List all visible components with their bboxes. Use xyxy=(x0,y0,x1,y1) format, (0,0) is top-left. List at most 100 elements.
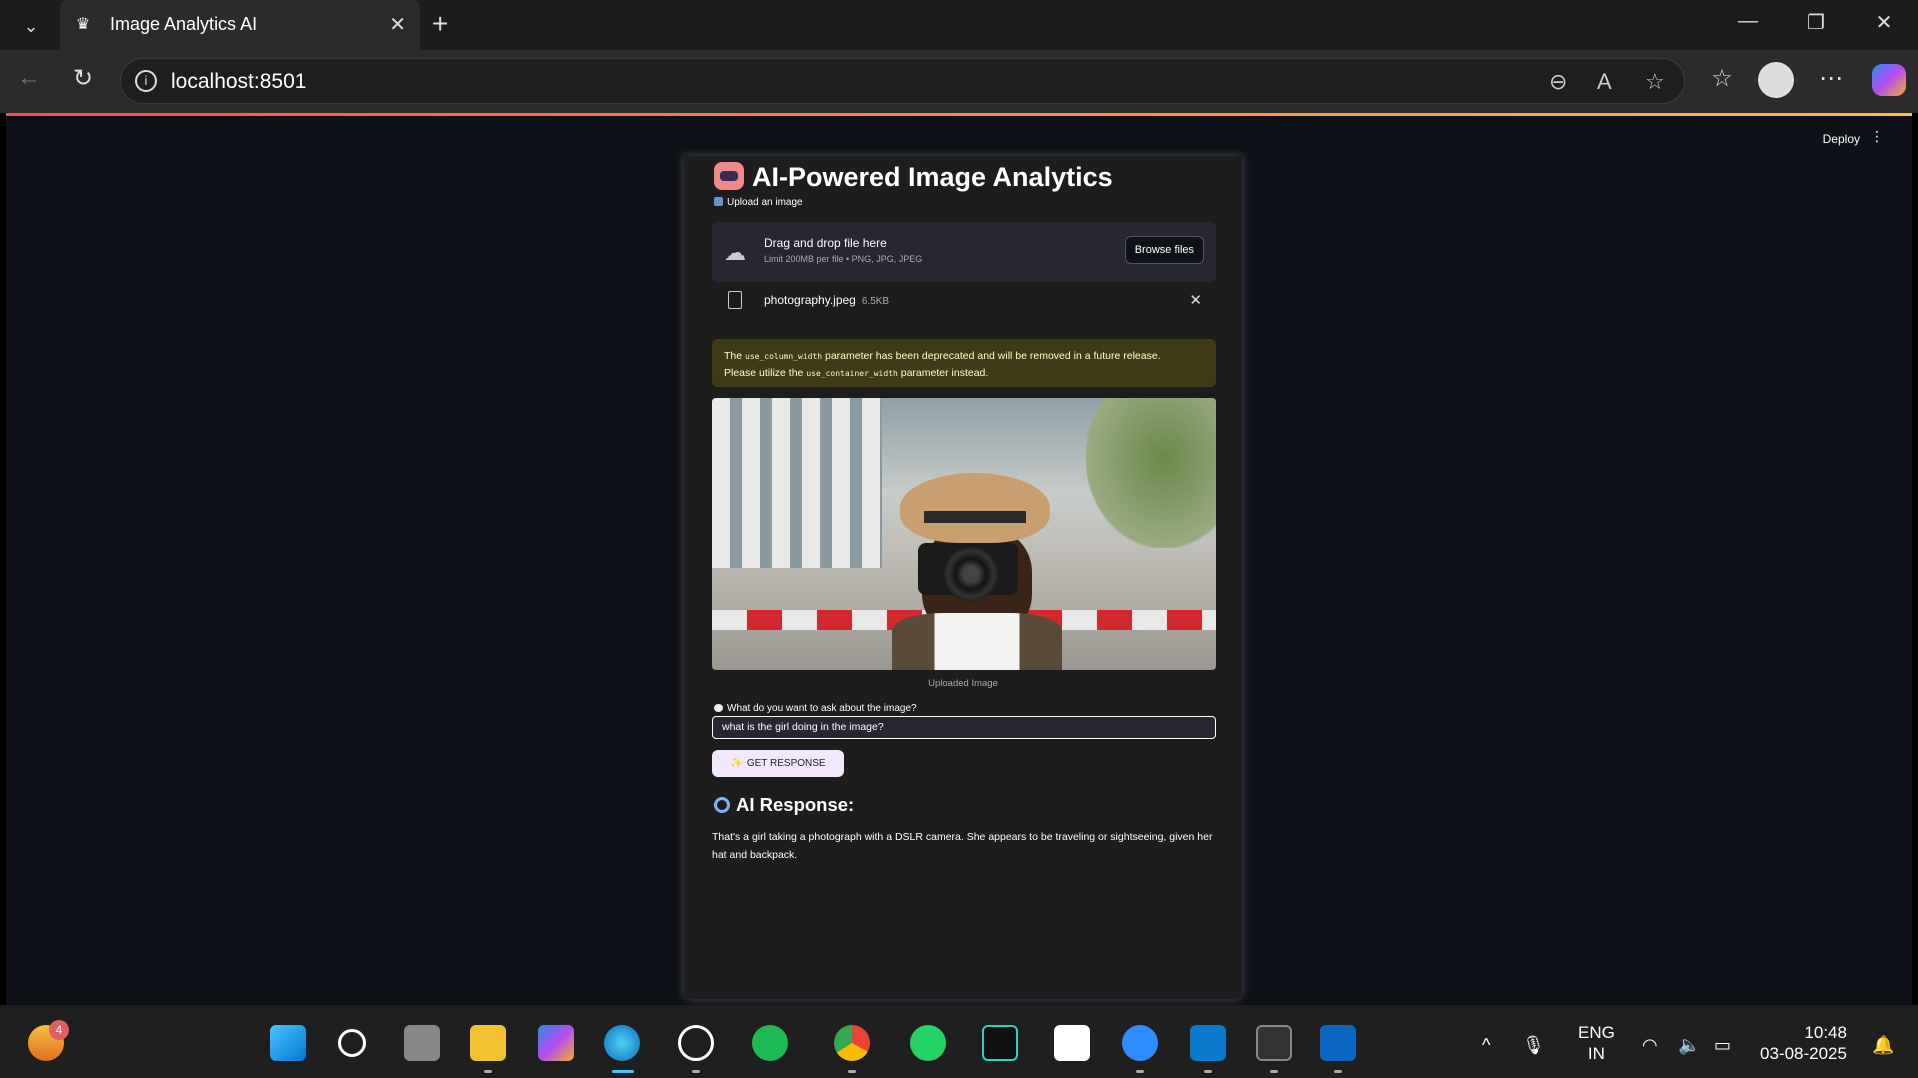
uploaded-file-item: photography.jpeg 6.5KB ✕ xyxy=(712,288,1216,316)
address-bar[interactable]: i localhost:8501 ⊖ A ☆ xyxy=(120,58,1685,104)
deploy-button[interactable]: Deploy xyxy=(1823,132,1860,146)
mic-location-icon[interactable]: 🎙 xyxy=(1522,1035,1545,1056)
file-size: 6.5KB xyxy=(861,296,890,307)
file-explorer-icon[interactable] xyxy=(470,1025,506,1061)
browse-files-button[interactable]: Browse files xyxy=(1124,236,1204,264)
image-hatband xyxy=(924,511,1026,523)
notification-center-icon[interactable]: 🔔 xyxy=(1872,1035,1894,1056)
robot-icon xyxy=(714,162,744,190)
language-line1: ENG xyxy=(1578,1023,1615,1042)
whatsapp-icon[interactable] xyxy=(910,1025,946,1061)
tab-title: Image Analytics AI xyxy=(110,14,258,34)
image-lens xyxy=(944,547,998,601)
warning-code-2: use_container_width xyxy=(806,369,898,378)
more-icon[interactable]: ⋯ xyxy=(1814,64,1848,93)
wifi-icon[interactable]: ◠ xyxy=(1642,1035,1658,1056)
deprecation-warning: The use_column_width parameter has been … xyxy=(712,339,1216,387)
minimize-icon[interactable]: — xyxy=(1728,10,1768,33)
volume-icon[interactable]: 🔈 xyxy=(1678,1035,1700,1056)
windows-taskbar: 4 ^ 🎙 ENG IN ◠ 🔈 ▭ 10:48 03-08-2025 🔔 xyxy=(0,1005,1918,1078)
language-indicator[interactable]: ENG IN xyxy=(1578,1022,1615,1064)
uploaded-image xyxy=(712,398,1216,670)
question-label-text: What do you want to ask about the image? xyxy=(727,703,917,714)
spotify-icon[interactable] xyxy=(752,1025,788,1061)
main-menu-icon[interactable]: ⋮ xyxy=(1870,128,1884,145)
favorites-icon[interactable]: ☆ xyxy=(1705,64,1739,93)
edge-icon[interactable] xyxy=(604,1025,640,1061)
close-tab-icon[interactable]: ✕ xyxy=(389,12,406,37)
refresh-icon[interactable]: ↻ xyxy=(66,64,100,93)
image-person xyxy=(892,473,1062,670)
upload-label-text: Upload an image xyxy=(727,197,803,208)
file-icon xyxy=(728,291,742,309)
response-heading: AI Response: xyxy=(714,794,854,816)
dropzone-title: Drag and drop file here xyxy=(764,236,887,250)
image-building xyxy=(712,398,882,568)
restore-icon[interactable]: ❐ xyxy=(1796,10,1836,35)
favorite-star-icon[interactable]: ☆ xyxy=(1645,69,1665,95)
page-title-text: AI-Powered Image Analytics xyxy=(752,162,1113,192)
vscode-indicator xyxy=(1204,1070,1212,1073)
frame-icon xyxy=(714,197,723,206)
task-view-icon[interactable] xyxy=(404,1025,440,1061)
language-line2: IN xyxy=(1587,1044,1605,1063)
page-viewport: Deploy ⋮ AI-Powered Image Analytics Uplo… xyxy=(6,113,1912,1005)
copilot-icon[interactable] xyxy=(1872,64,1906,96)
zoom-icon[interactable] xyxy=(1122,1025,1158,1061)
streamlit-header: Deploy ⋮ xyxy=(6,116,1912,158)
system-clock[interactable]: 10:48 03-08-2025 xyxy=(1760,1022,1847,1064)
edge-active-indicator xyxy=(612,1070,634,1073)
response-text: That's a girl taking a photograph with a… xyxy=(712,831,1213,861)
cursor-app-icon[interactable] xyxy=(982,1025,1018,1061)
site-info-icon[interactable]: i xyxy=(135,70,157,92)
profile-avatar[interactable] xyxy=(1758,62,1794,98)
file-name-text: photography.jpeg xyxy=(764,293,856,307)
vscode-icon[interactable] xyxy=(1190,1025,1226,1061)
terminal-indicator xyxy=(1270,1070,1278,1073)
question-input[interactable]: what is the girl doing in the image? xyxy=(712,716,1216,739)
search-icon[interactable] xyxy=(338,1029,366,1057)
start-icon[interactable] xyxy=(270,1025,306,1061)
image-caption: Uploaded Image xyxy=(928,678,998,689)
chrome-icon[interactable] xyxy=(834,1025,870,1061)
back-icon[interactable]: ← xyxy=(12,64,46,92)
response-heading-text: AI Response: xyxy=(736,794,855,815)
file-name: photography.jpeg 6.5KB xyxy=(764,293,889,307)
copilot-app-icon[interactable] xyxy=(538,1025,574,1061)
magnifier-icon xyxy=(714,797,730,813)
zoom-out-icon[interactable]: ⊖ xyxy=(1549,69,1567,95)
image-shirt xyxy=(892,613,1062,670)
remove-file-icon[interactable]: ✕ xyxy=(1189,291,1202,309)
get-response-label: GET RESPONSE xyxy=(746,758,826,769)
window-close-icon[interactable]: ✕ xyxy=(1864,10,1904,35)
browser-tab[interactable]: ♛ Image Analytics AI ✕ xyxy=(60,0,420,50)
tab-actions-icon[interactable]: ⌄ xyxy=(18,13,44,39)
browser-tab-bar: ⌄ ♛ Image Analytics AI ✕ + — ❐ ✕ xyxy=(0,0,1918,50)
show-hidden-icons-icon[interactable]: ^ xyxy=(1482,1035,1490,1056)
url-text[interactable]: localhost:8501 xyxy=(171,70,306,94)
notification-badge: 4 xyxy=(49,1020,69,1040)
notion-icon[interactable] xyxy=(1054,1025,1090,1061)
browser-nav-bar: ← ↻ i localhost:8501 ⊖ A ☆ ☆ ⋯ xyxy=(0,50,1918,113)
upload-label: Upload an image xyxy=(714,197,803,208)
chrome-indicator xyxy=(848,1070,856,1073)
cloud-upload-icon: ☁ xyxy=(724,240,746,265)
read-aloud-icon[interactable]: A xyxy=(1597,69,1612,95)
linkedin-icon[interactable] xyxy=(1320,1025,1356,1061)
image-hat xyxy=(900,473,1050,543)
file-dropzone[interactable]: ☁ Drag and drop file here Limit 200MB pe… xyxy=(712,222,1216,282)
page-title: AI-Powered Image Analytics xyxy=(714,162,1113,193)
get-response-button[interactable]: ✨ GET RESPONSE xyxy=(712,750,844,777)
clock-date: 03-08-2025 xyxy=(1760,1044,1847,1063)
chatgpt-icon[interactable] xyxy=(678,1025,714,1061)
battery-icon[interactable]: ▭ xyxy=(1714,1035,1731,1056)
terminal-icon[interactable] xyxy=(1256,1025,1292,1061)
question-label: What do you want to ask about the image? xyxy=(714,703,917,714)
sparkles-icon: ✨ xyxy=(730,758,743,769)
warning-code-1: use_column_width xyxy=(745,352,823,361)
file-explorer-indicator xyxy=(484,1070,492,1073)
new-tab-icon[interactable]: + xyxy=(432,8,448,40)
image-trees xyxy=(1086,398,1216,548)
chatgpt-indicator xyxy=(692,1070,700,1073)
warning-text-4: parameter instead. xyxy=(897,367,989,379)
